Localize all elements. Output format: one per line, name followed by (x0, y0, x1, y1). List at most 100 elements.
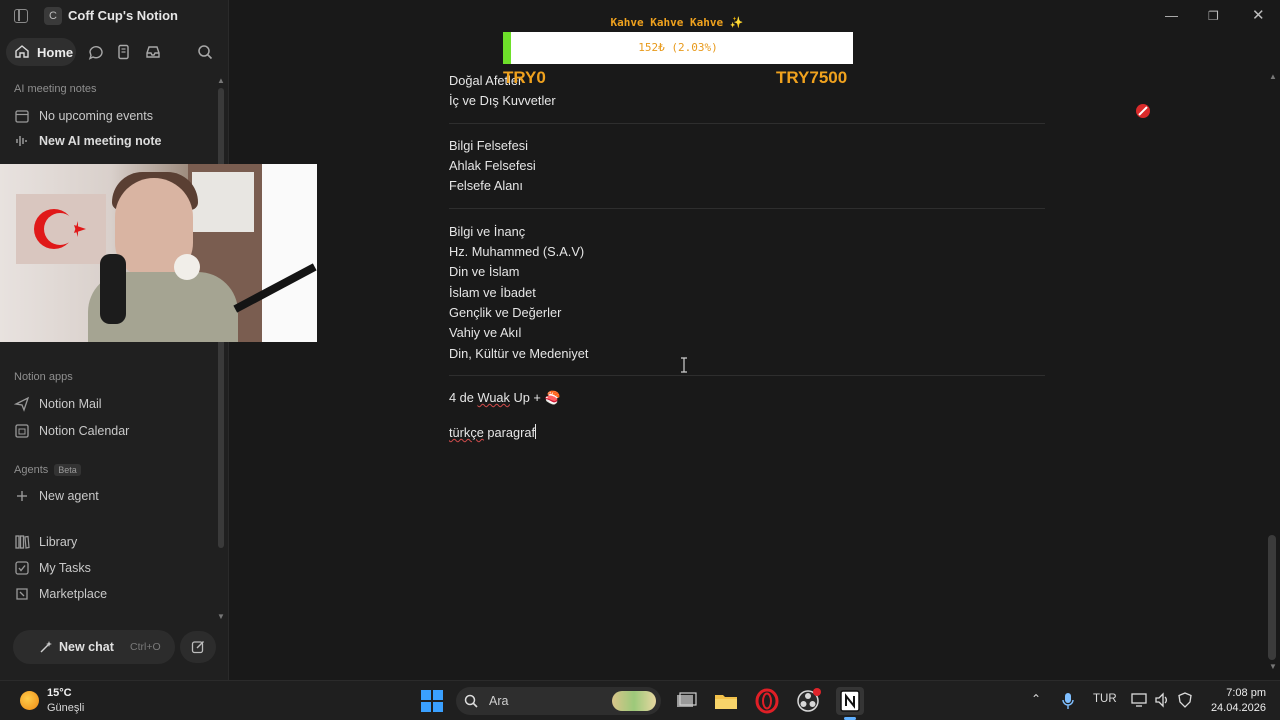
text-line[interactable]: Ahlak Felsefesi (449, 158, 536, 176)
turkish-flag-icon (16, 194, 106, 264)
checkbox-icon (15, 561, 29, 575)
volume-icon[interactable] (1154, 692, 1170, 708)
home-button[interactable]: Home (6, 38, 76, 66)
tray-chevron-up-icon[interactable]: ⌃ (1031, 692, 1041, 706)
home-label: Home (37, 45, 74, 60)
restore-icon[interactable]: ❐ (1208, 9, 1219, 23)
text-line[interactable]: Bilgi Felsefesi (449, 138, 528, 156)
calendar-icon (15, 110, 29, 123)
minimize-icon[interactable]: — (1165, 8, 1178, 23)
new-chat-label: New chat (59, 640, 114, 654)
goal-max: TRY7500 (776, 68, 848, 87)
compose-icon (191, 641, 204, 654)
text-line[interactable]: Din, Kültür ve Medeniyet (449, 346, 588, 364)
search-icon[interactable] (197, 44, 213, 60)
sidebar-item-my-tasks[interactable]: My Tasks (14, 557, 91, 579)
section-notion-apps: Notion apps (14, 371, 73, 383)
notion-app-icon[interactable] (836, 687, 864, 715)
workspace-name[interactable]: Coff Cup's Notion (68, 8, 178, 23)
text-line[interactable]: Felsefe Alanı (449, 178, 523, 196)
sidebar-item-library[interactable]: Library (14, 531, 77, 553)
beta-badge: Beta (54, 464, 81, 476)
notion-window: C Coff Cup's Notion Home ▲ ▼ AI meeting … (0, 0, 1280, 680)
audio-wave-icon (16, 136, 27, 146)
new-chat-shortcut: Ctrl+O (130, 641, 161, 653)
sidebar-item-marketplace[interactable]: Marketplace (14, 583, 107, 605)
sushi-emoji: 🍣 (544, 390, 561, 405)
goal-min: TRY0 (503, 68, 546, 87)
clock-date[interactable]: 24.04.2026 (1200, 702, 1266, 714)
todo-line[interactable]: 4 de Wuak Up + 🍣 (449, 390, 560, 408)
workspace-badge: C (44, 7, 62, 25)
sidebar-item-no-upcoming[interactable]: No upcoming events (14, 105, 153, 127)
weather-condition[interactable]: Güneşli (47, 702, 84, 714)
typing-line[interactable]: türkçe paragraf (449, 424, 537, 442)
task-view-icon[interactable] (672, 687, 700, 715)
webcam-plush (174, 254, 200, 280)
text-caret (535, 424, 537, 439)
weather-temp[interactable]: 15°C (47, 687, 72, 699)
text-line[interactable]: İç ve Dış Kuvvetler (449, 93, 556, 111)
page-scrollbar[interactable] (1268, 535, 1276, 660)
meeting-notes-icon[interactable] (116, 44, 132, 60)
marketplace-icon (16, 588, 28, 600)
pen-annotation-icon[interactable] (1134, 102, 1152, 120)
todo-prefix: 4 de (449, 390, 478, 405)
sidebar-item-label: Notion Mail (39, 397, 102, 411)
search-placeholder: Ara (489, 694, 509, 708)
workspace-row[interactable]: C Coff Cup's Notion (0, 0, 229, 32)
microphone-icon (100, 254, 126, 324)
goal-title: Kahve Kahve Kahve ✨ (610, 16, 744, 29)
text-line[interactable]: İslam ve İbadet (449, 285, 536, 303)
search-highlight-art (612, 691, 656, 711)
send-icon (14, 396, 30, 412)
chat-icon[interactable] (88, 44, 104, 60)
sidebar-scroll-down-icon[interactable]: ▼ (217, 612, 225, 621)
misspelled-word: Wuak (477, 390, 510, 405)
text-line[interactable]: Vahiy ve Akıl (449, 325, 521, 343)
windows-start-icon[interactable] (421, 690, 443, 712)
taskbar-search[interactable]: Ara (456, 687, 661, 715)
opera-browser-icon[interactable] (753, 687, 781, 715)
inbox-icon[interactable] (145, 44, 161, 60)
close-icon[interactable]: ✕ (1252, 6, 1265, 24)
sidebar-item-notion-mail[interactable]: Notion Mail (14, 393, 102, 415)
plus-icon (17, 491, 27, 501)
calendar-grid-icon (15, 424, 29, 438)
todo-suffix: Up + (509, 390, 545, 405)
compose-button[interactable] (180, 631, 216, 663)
scroll-up-icon[interactable]: ▲ (1269, 72, 1277, 81)
page-content: — ❐ ✕ Doğal Afetler İç ve Dış Kuvvetler … (230, 0, 1280, 680)
scroll-down-icon[interactable]: ▼ (1269, 662, 1277, 671)
sidebar-item-notion-calendar[interactable]: Notion Calendar (14, 420, 129, 442)
text-line[interactable]: Din ve İslam (449, 264, 519, 282)
home-icon (15, 45, 29, 58)
divider (449, 208, 1045, 209)
clock-time[interactable]: 7:08 pm (1210, 687, 1266, 699)
sidebar-item-new-agent[interactable]: New agent (14, 485, 99, 507)
sidebar-item-label: Notion Calendar (39, 424, 130, 438)
sidebar-item-new-ai-note[interactable]: New AI meeting note (14, 130, 161, 152)
goal-progress-bar: 152₺ (2.03%) (503, 32, 853, 64)
sidebar-toggle-icon[interactable] (14, 9, 28, 23)
sun-icon[interactable] (20, 691, 39, 710)
microphone-tray-icon[interactable] (1061, 692, 1075, 710)
network-icon[interactable] (1131, 692, 1147, 708)
sidebar-scroll-up-icon[interactable]: ▲ (217, 76, 225, 85)
taskbar: 15°C Güneşli Ara ⌃ TUR 7:08 pm 24.04.202… (0, 680, 1280, 720)
file-explorer-icon[interactable] (712, 687, 740, 715)
obs-icon[interactable] (794, 687, 822, 715)
text-line[interactable]: Hz. Muhammed (S.A.V) (449, 244, 584, 262)
divider (449, 123, 1045, 124)
sidebar-item-label: New agent (39, 489, 99, 503)
sparkle-pen-icon (40, 641, 52, 653)
text-line[interactable]: Bilgi ve İnanç (449, 224, 525, 242)
new-chat-button[interactable]: New chat Ctrl+O (13, 630, 175, 664)
language-indicator[interactable]: TUR (1093, 693, 1117, 705)
misspelled-word: türkçe (449, 425, 484, 440)
text-line[interactable]: Gençlik ve Değerler (449, 305, 561, 323)
sidebar-item-label: New AI meeting note (39, 134, 162, 148)
section-agents: Agents Beta (14, 464, 81, 476)
defender-shield-icon[interactable] (1177, 692, 1193, 708)
typing-text: paragraf (483, 425, 536, 440)
